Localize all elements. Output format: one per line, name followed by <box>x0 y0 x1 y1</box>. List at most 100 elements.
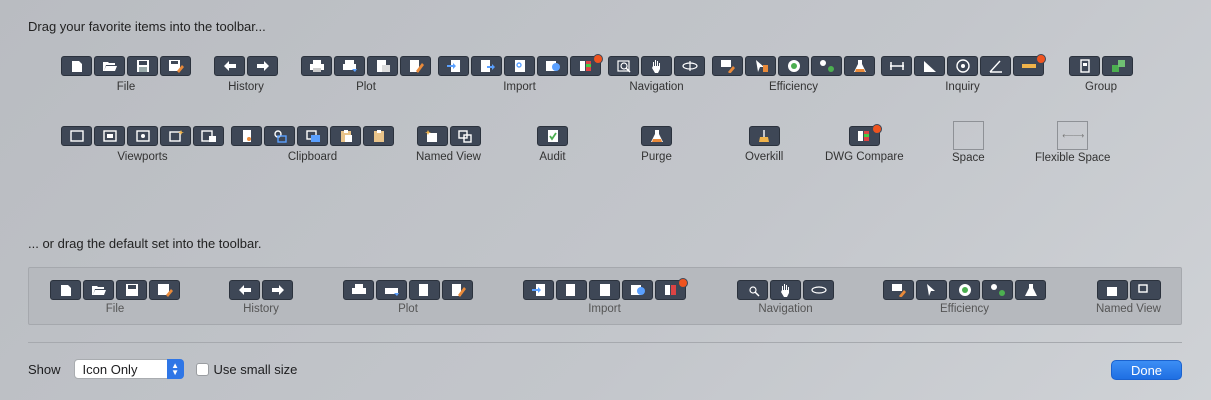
ruler-icon[interactable] <box>1013 54 1046 76</box>
default-group-import[interactable]: Import <box>523 278 688 315</box>
save-icon[interactable] <box>127 56 158 76</box>
named-view-new-icon <box>1096 280 1128 300</box>
print-icon[interactable] <box>301 56 332 76</box>
page-setup-icon[interactable] <box>367 56 398 76</box>
group-navigation[interactable]: Navigation <box>608 56 705 93</box>
group-audit[interactable]: Audit <box>537 126 568 163</box>
orbit-icon[interactable] <box>674 56 705 76</box>
open-folder-icon <box>83 280 114 300</box>
save-as-icon[interactable] <box>160 56 191 76</box>
group-group[interactable]: Group <box>1069 56 1133 93</box>
default-group-efficiency[interactable]: Efficiency <box>883 280 1046 315</box>
cut-icon[interactable] <box>231 126 262 146</box>
flexible-space-box[interactable]: ⟵⟶ <box>1057 121 1089 150</box>
show-label: Show <box>28 361 61 377</box>
batch-plot-icon[interactable] <box>334 56 365 76</box>
plot-style-icon[interactable] <box>400 56 431 76</box>
copy-icon[interactable] <box>264 126 295 146</box>
default-group-plot[interactable]: Plot <box>343 280 473 315</box>
distance-icon[interactable] <box>881 56 912 76</box>
flex-arrows-icon: ⟵⟶ <box>1062 131 1084 140</box>
paste-icon[interactable] <box>330 126 361 146</box>
bottom-controls: Show Icon Only ▲ ▼ Use small size <box>28 359 297 379</box>
show-select[interactable]: Icon Only ▲ ▼ <box>73 359 184 379</box>
import-pdf-icon <box>655 278 688 300</box>
group-label-import: Import <box>503 81 536 93</box>
copy-basepoint-icon[interactable] <box>297 126 328 146</box>
group-clipboard[interactable]: Clipboard <box>231 126 394 163</box>
group-edit-icon[interactable] <box>1069 56 1100 76</box>
group-viewports[interactable]: Viewports <box>61 126 224 163</box>
area-icon[interactable] <box>914 56 945 76</box>
angle-icon[interactable] <box>980 56 1011 76</box>
viewport-scale-icon[interactable] <box>94 126 125 146</box>
group-file[interactable]: File <box>61 56 191 93</box>
group-dwg-compare[interactable]: DWG Compare <box>825 124 904 163</box>
group-space[interactable]: Space <box>952 121 985 164</box>
new-file-icon[interactable] <box>61 56 92 76</box>
default-group-history[interactable]: History <box>229 280 293 315</box>
group-flexible-space[interactable]: ⟵⟶ Flexible Space <box>1035 121 1110 164</box>
group-label-group: Group <box>1085 81 1117 93</box>
named-view-new-icon[interactable] <box>416 126 448 146</box>
default-group-named-view[interactable]: Named View <box>1096 280 1161 315</box>
space-box[interactable] <box>952 121 984 150</box>
attach-icon <box>556 280 587 300</box>
default-set-bar[interactable]: File History Plot Import Navigation Effi… <box>28 267 1182 325</box>
group-efficiency[interactable]: Efficiency <box>712 56 875 93</box>
isolate-icon[interactable] <box>778 56 809 76</box>
group-label-plot: Plot <box>356 81 376 93</box>
attach-icon[interactable] <box>471 56 502 76</box>
purge-icon[interactable] <box>641 126 672 146</box>
save-icon <box>116 280 147 300</box>
small-size-checkbox[interactable] <box>195 362 209 376</box>
open-folder-icon[interactable] <box>94 56 125 76</box>
group-import[interactable]: Import <box>438 54 603 93</box>
zoom-window-icon <box>737 280 768 300</box>
default-label-navigation: Navigation <box>758 303 813 315</box>
print-icon <box>343 280 374 300</box>
undo-icon <box>229 280 260 300</box>
external-data-icon[interactable] <box>537 56 568 76</box>
group-label-audit: Audit <box>539 151 566 163</box>
overkill-broom-icon[interactable] <box>748 126 780 146</box>
undo-icon[interactable] <box>214 56 245 76</box>
group-objects-icon <box>982 280 1013 300</box>
audit-check-icon[interactable] <box>537 126 568 146</box>
redo-icon[interactable] <box>247 56 278 76</box>
default-label-file: File <box>105 303 125 315</box>
group-label-purge: Purge <box>641 151 672 163</box>
match-properties-icon[interactable] <box>712 56 743 76</box>
group-history[interactable]: History <box>214 56 278 93</box>
viewport-new-icon[interactable] <box>160 126 191 146</box>
dwg-compare-icon[interactable] <box>848 124 882 146</box>
default-group-file[interactable]: File <box>50 280 180 315</box>
pan-hand-icon <box>770 280 801 300</box>
radius-icon[interactable] <box>947 56 978 76</box>
named-view-manager-icon[interactable] <box>449 126 481 146</box>
group-purge[interactable]: Purge <box>641 126 672 163</box>
viewport-icon[interactable] <box>61 126 92 146</box>
pan-hand-icon[interactable] <box>641 56 672 76</box>
default-group-navigation[interactable]: Navigation <box>737 280 834 315</box>
import-pdf-icon[interactable] <box>570 54 603 76</box>
ungroup-icon[interactable] <box>1102 56 1133 76</box>
group-overkill[interactable]: Overkill <box>745 126 783 163</box>
xref-icon[interactable] <box>504 56 535 76</box>
group-label-flexible-space: Flexible Space <box>1035 152 1111 164</box>
viewport-lock-icon[interactable] <box>127 126 158 146</box>
group-plot[interactable]: Plot <box>301 56 431 93</box>
quick-select-icon[interactable] <box>745 56 776 76</box>
group-named-view[interactable]: Named View <box>416 126 481 163</box>
paste-special-icon[interactable] <box>363 126 394 146</box>
zoom-window-icon[interactable] <box>608 56 639 76</box>
purge-flask-icon[interactable] <box>844 56 875 76</box>
group-inquiry[interactable]: Inquiry <box>881 54 1046 93</box>
group-label-inquiry: Inquiry <box>945 81 980 93</box>
viewport-clip-icon[interactable] <box>193 126 224 146</box>
import-icon[interactable] <box>438 56 469 76</box>
group-objects-icon[interactable] <box>811 56 842 76</box>
quick-select-icon <box>916 280 947 300</box>
done-button[interactable]: Done <box>1111 360 1182 380</box>
match-properties-icon <box>883 280 914 300</box>
